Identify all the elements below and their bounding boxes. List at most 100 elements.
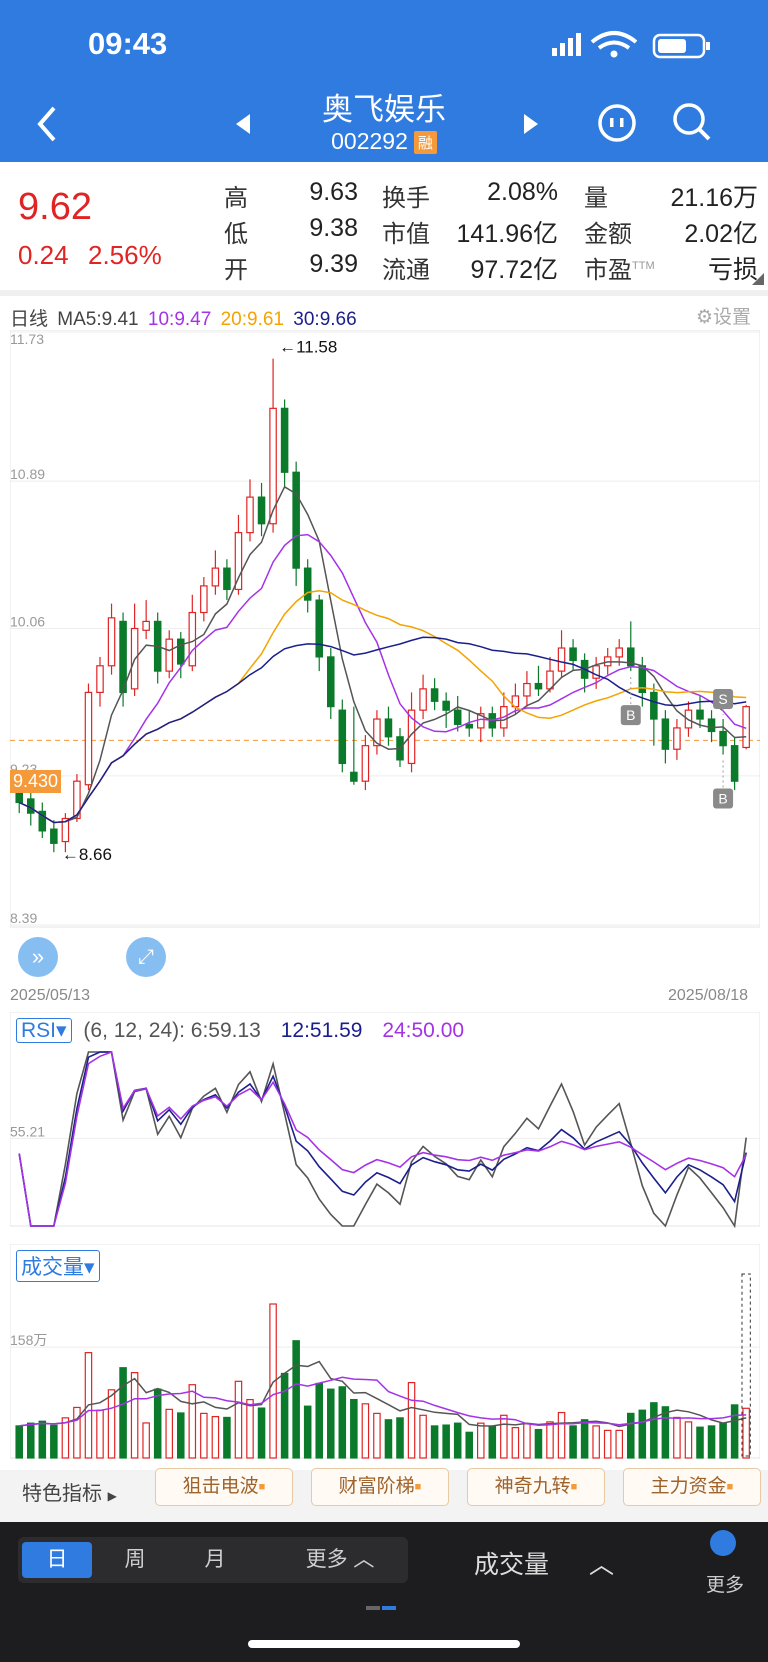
volume-bar: [453, 1422, 462, 1459]
volume-bar: [626, 1412, 635, 1459]
volume-tick-label: 158万: [10, 1332, 47, 1348]
candle: [153, 612, 162, 684]
home-indicator: [248, 1640, 520, 1648]
candle: [696, 695, 704, 728]
ma10-label: 10:9.47: [147, 309, 212, 330]
candle: [200, 577, 208, 622]
feature-label: 特色指标: [22, 1483, 102, 1505]
y-tick-label: 10.89: [10, 466, 45, 482]
fast-forward-icon[interactable]: »: [18, 937, 58, 977]
candle: [650, 683, 658, 746]
period-more-label: 更多: [305, 1548, 348, 1571]
rsi6-line: [18, 1051, 747, 1228]
volume-bar: [211, 1415, 220, 1459]
volume-bar: [384, 1419, 393, 1459]
volume-bar: [350, 1398, 358, 1459]
float-value: 97.72亿: [470, 256, 558, 284]
signal-label: B: [718, 791, 727, 807]
indicator-tab-1[interactable]: 狙击电波■: [155, 1468, 293, 1506]
candle: [257, 482, 266, 537]
rsi-chart[interactable]: 55.21: [10, 1012, 760, 1228]
low-label: 低: [224, 221, 248, 248]
volume-bar: [15, 1425, 24, 1459]
lock-icon: ■: [414, 1481, 422, 1493]
stock-name: 奥飞娱乐: [322, 92, 446, 127]
candle: [38, 802, 47, 839]
indicator-tab-3[interactable]: 神奇九转■: [467, 1468, 605, 1506]
volume-bar: [638, 1409, 647, 1459]
kline-chart[interactable]: 11.7310.8910.069.238.39←11.58←8.66BSB: [10, 330, 760, 984]
more-label[interactable]: 更多: [706, 1570, 744, 1597]
candle: [419, 674, 427, 720]
search-icon[interactable]: [670, 100, 714, 144]
ma20-label: 20:9.61: [220, 309, 284, 330]
lock-icon: ■: [570, 1481, 578, 1493]
volume-ma5-line: [19, 1360, 747, 1428]
volume-bar: [61, 1417, 70, 1459]
turnover-value: 2.08%: [487, 178, 558, 206]
volume-bar: [569, 1425, 577, 1459]
candle: [523, 671, 531, 707]
indicator-tab-label: 主力资金: [650, 1476, 727, 1497]
volume-bar: [476, 1422, 485, 1459]
more-menu-icon[interactable]: [710, 1530, 736, 1556]
volume-bar: [500, 1414, 508, 1459]
price-change-pct: 2.56%: [88, 240, 162, 270]
candle: [488, 706, 497, 737]
volume-bar: [315, 1382, 324, 1459]
volume-bar: [603, 1429, 612, 1459]
volume-chart[interactable]: 158万: [10, 1244, 760, 1460]
volume-bar: [719, 1422, 727, 1459]
high-label: 高: [224, 185, 248, 212]
chat-icon[interactable]: [596, 102, 638, 144]
period-week[interactable]: 周: [100, 1542, 170, 1578]
volume-bar: [684, 1421, 693, 1459]
settings-button[interactable]: ⚙设置: [696, 302, 751, 329]
indicator-selector[interactable]: 成交量 ︿: [474, 1545, 614, 1581]
ma5-line: [18, 485, 747, 824]
volume-label: 量: [584, 185, 608, 212]
volume-bar: [465, 1431, 474, 1459]
candle: [730, 736, 739, 791]
quote-divider: [0, 290, 768, 296]
mktcap-value: 141.96亿: [456, 220, 558, 248]
indicator-tab-4[interactable]: 主力资金■: [623, 1468, 761, 1506]
feature-indicators[interactable]: 特色指标 ▶: [22, 1476, 117, 1514]
volume-bar: [442, 1424, 450, 1459]
period-month[interactable]: 月: [180, 1542, 250, 1578]
volume-bar: [407, 1381, 416, 1459]
candle: [373, 710, 381, 755]
high-value: 9.63: [309, 178, 358, 206]
expand-corner-icon[interactable]: [752, 272, 764, 285]
period-more[interactable]: 更多 ︿: [290, 1542, 390, 1578]
caret-right-icon: ▶: [107, 1489, 117, 1503]
indicator-tab-2[interactable]: 财富阶梯■: [311, 1468, 449, 1506]
indicator-tab-label: 狙击电波: [182, 1476, 259, 1497]
period-label: 日线: [10, 309, 49, 330]
candle: [292, 461, 300, 586]
candle: [96, 656, 104, 707]
open-label: 开: [224, 257, 248, 284]
candle: [661, 710, 670, 764]
volume-bar: [580, 1419, 589, 1459]
max-price-label: ←11.58: [279, 338, 337, 357]
candle: [246, 479, 254, 542]
volume-bar: [142, 1422, 150, 1459]
volume-bar: [696, 1426, 704, 1459]
volume-bar: [430, 1425, 439, 1459]
volume-bar: [419, 1414, 427, 1459]
candle: [338, 699, 347, 773]
candle: [707, 710, 716, 743]
candle: [130, 603, 139, 696]
volume-bar: [488, 1425, 497, 1459]
amount-value: 2.02亿: [684, 220, 758, 248]
lock-icon: ■: [726, 1481, 734, 1493]
signal-label: B: [626, 707, 635, 723]
signal-label: S: [718, 691, 727, 707]
period-day[interactable]: 日: [22, 1542, 92, 1578]
stock-code-row: 002292 融: [0, 128, 768, 155]
fullscreen-icon[interactable]: ⤢: [126, 937, 166, 977]
date-start: 2025/05/13: [10, 987, 91, 1004]
mktcap-label: 市值: [382, 221, 430, 248]
volume-bar: [650, 1402, 658, 1459]
